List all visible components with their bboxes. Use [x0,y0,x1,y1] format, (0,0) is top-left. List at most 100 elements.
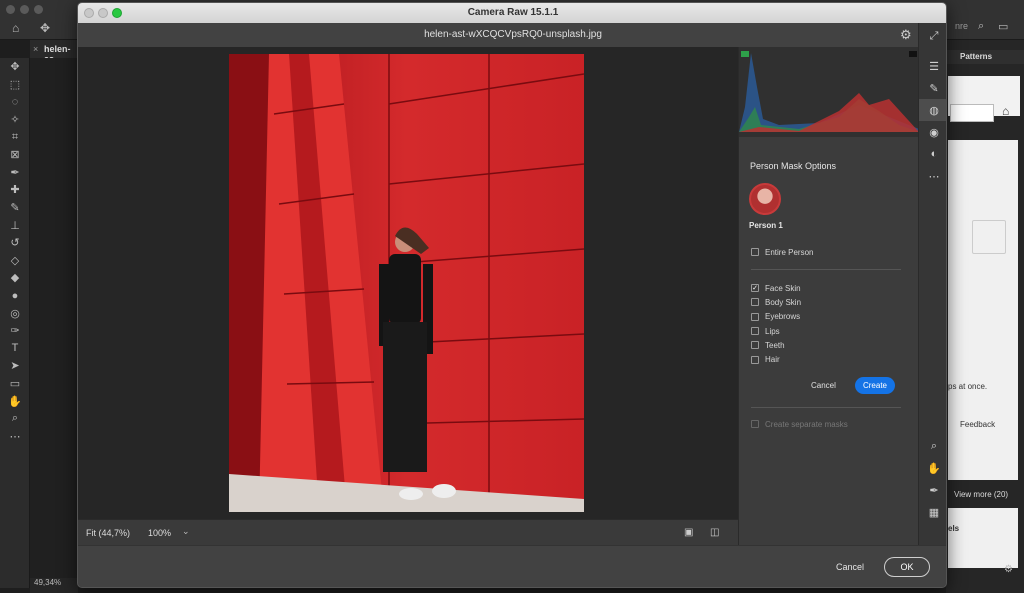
cancel-button[interactable]: Cancel [836,562,864,572]
file-name-bar: helen-ast-wXCQCVpsRQ0-unsplash.jpg ⚙ [78,23,946,47]
magic-wand-icon[interactable]: ✧ [0,111,30,129]
type-icon[interactable]: T [0,340,30,358]
checkbox-icon[interactable] [751,355,759,364]
more-icon[interactable]: ⋯ [0,427,30,445]
person-thumbnail[interactable] [749,183,781,215]
shape-icon[interactable]: ▭ [0,375,30,393]
photo-preview [229,54,584,512]
checkbox-icon[interactable] [751,327,759,336]
move-tool-options-icon[interactable]: ✥ [40,21,50,35]
stamp-icon[interactable]: ⊥ [0,216,30,234]
panel-tab-patterns[interactable]: Patterns [946,50,1024,64]
image-preview-area [78,47,738,519]
path-select-icon[interactable]: ➤ [0,357,30,375]
zoom-icon[interactable]: ⌕ [0,410,30,428]
preview-frame-icon[interactable]: ▣ [684,527,693,538]
window-minimize-button[interactable] [98,8,108,18]
expand-icon[interactable]: ⤢ [919,25,946,47]
ps-close-dot[interactable] [6,5,15,14]
feedback-link[interactable]: Feedback [960,420,995,429]
window-title: Camera Raw 15.1.1 [467,7,559,18]
part-options-list: ✓ Face Skin Body Skin Eyebrows Lips Teeth Hair [751,281,901,367]
option-hair[interactable]: Hair [751,352,901,366]
tool-strip: ⤢ ☰ ✎ ◍ ◉ ◐ ⋯ ⌕ ✋ ✒ ▦ [918,23,946,545]
ps-search-field[interactable]: nre [955,21,968,31]
panel-cancel-button[interactable]: Cancel [811,381,836,390]
bucket-icon[interactable]: ◆ [0,269,30,287]
separate-masks-option: Create separate masks [751,417,848,431]
grid-icon[interactable]: ▦ [919,501,946,523]
divider [751,407,901,408]
document-tab[interactable]: × helen-as [30,40,80,64]
history-brush-icon[interactable]: ↺ [0,234,30,252]
presets-icon[interactable]: ◐ [919,143,946,165]
levels-card[interactable]: els [948,508,1018,568]
ok-button-label: OK [900,562,914,572]
zoom-icon[interactable]: ⌕ [919,435,946,457]
zoom-dropdown-icon[interactable]: ⌄ [182,526,190,537]
gear-icon[interactable]: ⚙ [900,23,912,47]
crop-icon[interactable]: ⌗ [0,128,30,146]
shadow-clip-indicator [741,51,749,57]
home-icon[interactable]: ⌂ [12,21,19,35]
option-body-skin[interactable]: Body Skin [751,295,901,309]
brush-icon[interactable]: ✎ [0,199,30,217]
window-close-button[interactable] [84,8,94,18]
marquee-icon[interactable]: ⬚ [0,76,30,94]
option-eyebrows[interactable]: Eyebrows [751,310,901,324]
checkbox-checked-icon[interactable]: ✓ [751,284,759,293]
ps-min-dot[interactable] [20,5,29,14]
highlight-clip-indicator [909,51,917,57]
checkbox-icon[interactable] [751,298,759,307]
camera-raw-window: Camera Raw 15.1.1 helen-ast-wXCQCVpsRQ0-… [77,2,947,588]
window-zoom-button[interactable] [112,8,122,18]
healing-icon[interactable]: ✎ [919,77,946,99]
photo-image [229,54,584,512]
pen-icon[interactable]: ✑ [0,322,30,340]
zoom-fit-button[interactable]: Fit (44,7%) [86,528,130,538]
checkbox-icon [751,420,759,429]
option-face-skin[interactable]: ✓ Face Skin [751,281,901,295]
camera-raw-titlebar: Camera Raw 15.1.1 [78,3,946,23]
edit-sliders-icon[interactable]: ☰ [919,55,946,77]
frame-icon[interactable]: ⊠ [0,146,30,164]
learn-search-field[interactable] [950,104,994,122]
hand-icon[interactable]: ✋ [919,457,946,479]
hand-icon[interactable]: ✋ [0,392,30,410]
eraser-icon[interactable]: ◇ [0,252,30,270]
healing-icon[interactable]: ✚ [0,181,30,199]
checkbox-icon[interactable] [751,312,759,321]
option-label: Face Skin [765,283,801,293]
workspace-icon[interactable]: ▭ [998,20,1008,33]
eyedropper-icon[interactable]: ✒ [0,164,30,182]
tab-close-icon[interactable]: × [33,44,38,54]
option-lips[interactable]: Lips [751,324,901,338]
zoom-100-button[interactable]: 100% [148,528,171,538]
move-icon[interactable]: ✥ [0,58,30,76]
checkbox-icon[interactable] [751,248,759,257]
create-button-label: Create [862,381,887,390]
photoshop-toolbar: ✥ ⬚ ◌ ✧ ⌗ ⊠ ✒ ✚ ✎ ⊥ ↺ ◇ ◆ ● ◎ ✑ T ➤ ▭ ✋ ⌕ ⋯ [0,58,30,588]
more-icon[interactable]: ⋯ [919,165,946,187]
option-teeth[interactable]: Teeth [751,338,901,352]
learn-home-icon[interactable]: ⌂ [1002,104,1009,118]
learn-thumbnail [972,220,1006,254]
masking-icon[interactable]: ◍ [919,99,946,121]
view-more-link[interactable]: View more (20) [948,490,1018,504]
red-eye-icon[interactable]: ◉ [919,121,946,143]
settings-icon[interactable]: ⚙ [1004,564,1013,575]
blur-icon[interactable]: ● [0,287,30,305]
search-icon[interactable]: ⌕ [978,20,984,33]
option-label: Teeth [765,340,785,350]
create-button[interactable]: Create [855,377,895,394]
checkbox-icon[interactable] [751,341,759,350]
levels-label: els [948,524,960,533]
entire-person-option[interactable]: Entire Person [751,245,813,259]
lasso-icon[interactable]: ◌ [0,93,30,111]
dodge-icon[interactable]: ◎ [0,304,30,322]
ok-button[interactable]: OK [884,557,930,577]
sampler-icon[interactable]: ✒ [919,479,946,501]
before-after-icon[interactable]: ◫ [710,527,719,538]
ps-window-controls [6,5,43,14]
ps-max-dot[interactable] [34,5,43,14]
